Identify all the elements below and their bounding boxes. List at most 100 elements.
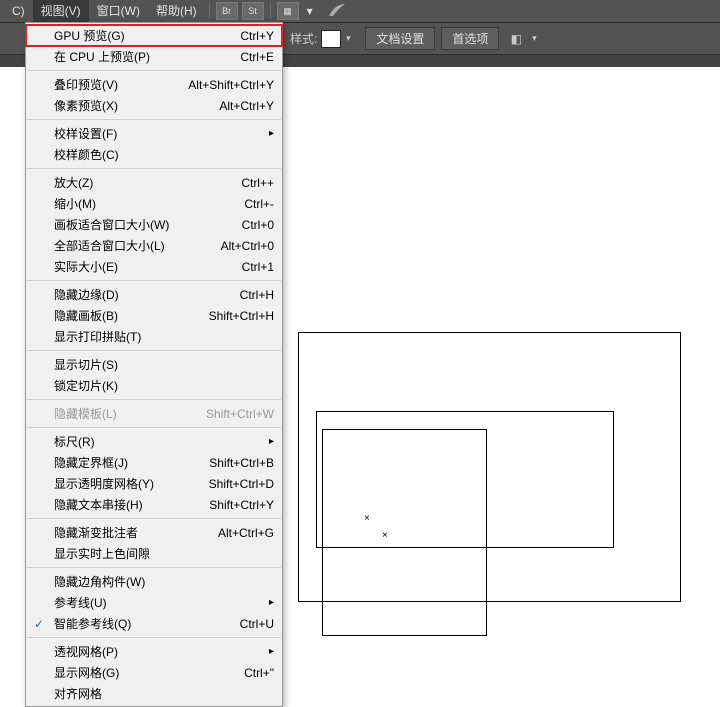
- menu-item-label: 标尺(R): [54, 433, 265, 450]
- menu-item-label: 显示打印拼贴(T): [54, 328, 274, 345]
- quill-icon[interactable]: [327, 2, 347, 21]
- menu-item[interactable]: 隐藏定界框(J)Shift+Ctrl+B: [26, 452, 282, 473]
- menu-separator: [27, 350, 281, 351]
- menu-item[interactable]: 锁定切片(K): [26, 375, 282, 396]
- anchor-point-icon: ×: [364, 513, 370, 524]
- menubar: C) 视图(V) 窗口(W) 帮助(H) Br St ▦ ▾: [0, 0, 720, 22]
- menu-item-shortcut: Shift+Ctrl+W: [206, 407, 274, 421]
- menu-item[interactable]: 显示透明度网格(Y)Shift+Ctrl+D: [26, 473, 282, 494]
- arrange-icon[interactable]: ▦: [277, 2, 299, 20]
- menu-item[interactable]: ✓智能参考线(Q)Ctrl+U: [26, 613, 282, 634]
- submenu-arrow-icon: ▸: [269, 646, 274, 657]
- menu-item-label: 隐藏渐变批注者: [54, 524, 218, 541]
- prefs-button[interactable]: 首选项: [441, 27, 499, 50]
- menu-item-label: 隐藏定界框(J): [54, 454, 209, 471]
- style-dropdown-icon[interactable]: ▾: [343, 30, 353, 48]
- menu-separator: [27, 280, 281, 281]
- menubar-separator: [270, 3, 271, 19]
- menu-item[interactable]: 对齐网格: [26, 683, 282, 704]
- menu-item[interactable]: GPU 预览(G)Ctrl+Y: [26, 25, 282, 46]
- menu-view[interactable]: 视图(V): [33, 0, 89, 22]
- menu-item[interactable]: 隐藏渐变批注者Alt+Ctrl+G: [26, 522, 282, 543]
- menu-separator: [27, 399, 281, 400]
- menu-item-label: 全部适合窗口大小(L): [54, 237, 221, 254]
- menu-item[interactable]: 缩小(M)Ctrl+-: [26, 193, 282, 214]
- stock-icon[interactable]: St: [242, 2, 264, 20]
- menu-item[interactable]: 隐藏画板(B)Shift+Ctrl+H: [26, 305, 282, 326]
- menu-item-shortcut: Ctrl++: [241, 176, 274, 190]
- style-swatch[interactable]: [321, 30, 341, 48]
- menu-item-label: 显示网格(G): [54, 664, 244, 681]
- menu-item-shortcut: Ctrl+E: [240, 50, 274, 64]
- menu-item[interactable]: 全部适合窗口大小(L)Alt+Ctrl+0: [26, 235, 282, 256]
- menu-item-shortcut: Alt+Ctrl+G: [218, 526, 274, 540]
- menu-item-label: 显示切片(S): [54, 356, 274, 373]
- menu-item[interactable]: 叠印预览(V)Alt+Shift+Ctrl+Y: [26, 74, 282, 95]
- menu-item[interactable]: 显示切片(S): [26, 354, 282, 375]
- panel-dropdown-icon[interactable]: ▾: [529, 30, 539, 48]
- menu-item-shortcut: Shift+Ctrl+Y: [209, 498, 274, 512]
- menu-item-label: 显示实时上色间隙: [54, 545, 274, 562]
- arrange-dropdown-icon[interactable]: ▾: [301, 2, 319, 20]
- menu-item[interactable]: 实际大小(E)Ctrl+1: [26, 256, 282, 277]
- submenu-arrow-icon: ▸: [269, 436, 274, 447]
- submenu-arrow-icon: ▸: [269, 597, 274, 608]
- menu-item[interactable]: 标尺(R) ▸: [26, 431, 282, 452]
- menu-separator: [27, 518, 281, 519]
- menu-item-label: 实际大小(E): [54, 258, 242, 275]
- menu-item[interactable]: 参考线(U) ▸: [26, 592, 282, 613]
- doc-settings-button[interactable]: 文档设置: [365, 27, 435, 50]
- style-label: 样式:: [290, 30, 317, 47]
- bridge-icon[interactable]: Br: [216, 2, 238, 20]
- menu-item[interactable]: 隐藏边角构件(W): [26, 571, 282, 592]
- menu-c[interactable]: C): [4, 0, 33, 22]
- menu-item-label: 校样设置(F): [54, 125, 265, 142]
- menu-item-label: 画板适合窗口大小(W): [54, 216, 242, 233]
- panel-icon[interactable]: ◧: [505, 29, 527, 49]
- menu-item-label: 参考线(U): [54, 594, 265, 611]
- menu-help[interactable]: 帮助(H): [148, 0, 205, 22]
- menu-item[interactable]: 校样颜色(C): [26, 144, 282, 165]
- menu-item[interactable]: 显示网格(G)Ctrl+": [26, 662, 282, 683]
- menu-item-shortcut: Alt+Shift+Ctrl+Y: [188, 78, 274, 92]
- menu-item[interactable]: 放大(Z)Ctrl++: [26, 172, 282, 193]
- menu-item-shortcut: Ctrl+0: [242, 218, 274, 232]
- menu-item[interactable]: 显示打印拼贴(T): [26, 326, 282, 347]
- menubar-separator: [209, 3, 210, 19]
- menu-item[interactable]: 画板适合窗口大小(W)Ctrl+0: [26, 214, 282, 235]
- menu-item-shortcut: Shift+Ctrl+H: [209, 309, 274, 323]
- menu-item-shortcut: Ctrl+1: [242, 260, 274, 274]
- menu-item-label: 透视网格(P): [54, 643, 265, 660]
- menu-item[interactable]: 隐藏边缘(D)Ctrl+H: [26, 284, 282, 305]
- canvas-area[interactable]: × ×: [284, 67, 720, 642]
- menu-item-shortcut: Shift+Ctrl+B: [209, 456, 274, 470]
- menu-item[interactable]: 校样设置(F)▸: [26, 123, 282, 144]
- menu-item-shortcut: Ctrl+": [244, 666, 274, 680]
- menu-item-label: 在 CPU 上预览(P): [54, 48, 240, 65]
- menu-item-label: 叠印预览(V): [54, 76, 188, 93]
- menu-window[interactable]: 窗口(W): [89, 0, 148, 22]
- view-menu-dropdown: GPU 预览(G)Ctrl+Y在 CPU 上预览(P)Ctrl+E叠印预览(V)…: [25, 22, 283, 707]
- menu-item-shortcut: Ctrl+-: [244, 197, 274, 211]
- menu-item-label: 隐藏画板(B): [54, 307, 209, 324]
- menu-separator: [27, 427, 281, 428]
- menu-separator: [27, 119, 281, 120]
- shape-rect-2[interactable]: [322, 429, 487, 636]
- menu-item-shortcut: Ctrl+Y: [240, 29, 274, 43]
- menu-separator: [27, 70, 281, 71]
- menu-item[interactable]: 在 CPU 上预览(P)Ctrl+E: [26, 46, 282, 67]
- menu-item[interactable]: 隐藏文本串接(H)Shift+Ctrl+Y: [26, 494, 282, 515]
- menu-item-label: 显示透明度网格(Y): [54, 475, 209, 492]
- menu-item-shortcut: Alt+Ctrl+0: [221, 239, 274, 253]
- menu-item-shortcut: Ctrl+H: [240, 288, 274, 302]
- menu-item[interactable]: 透视网格(P) ▸: [26, 641, 282, 662]
- menu-item-label: 智能参考线(Q): [54, 615, 240, 632]
- menu-separator: [27, 567, 281, 568]
- menu-item-label: GPU 预览(G): [54, 27, 240, 44]
- menu-item[interactable]: 像素预览(X)Alt+Ctrl+Y: [26, 95, 282, 116]
- menu-separator: [27, 637, 281, 638]
- menu-item-label: 缩小(M): [54, 195, 244, 212]
- check-icon: ✓: [34, 617, 44, 631]
- menu-item: 隐藏模板(L)Shift+Ctrl+W: [26, 403, 282, 424]
- menu-item[interactable]: 显示实时上色间隙: [26, 543, 282, 564]
